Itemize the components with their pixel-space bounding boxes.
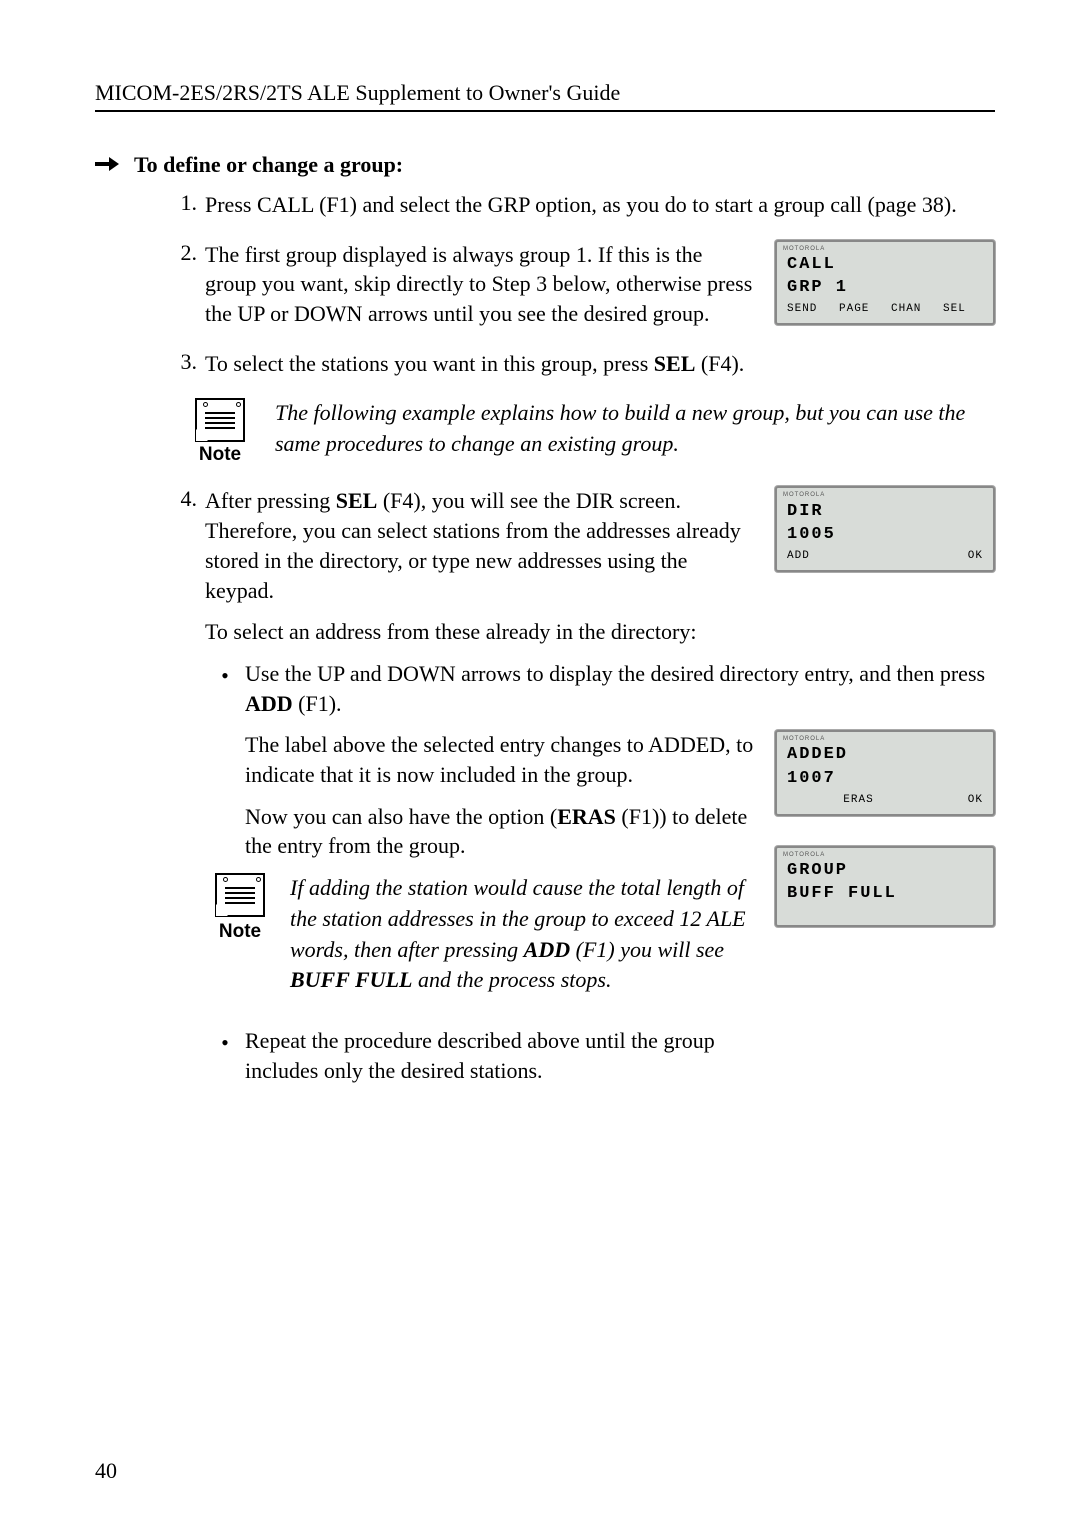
eras-keyword: ERAS [557, 804, 616, 829]
bullet-1: • Use the UP and DOWN arrows to display … [205, 659, 995, 1011]
bullet1-para2: The label above the selected entry chang… [245, 730, 755, 789]
sel-keyword: SEL [336, 488, 378, 513]
lcd-column: MOTOROLA ADDED 1007 ERAS OK [775, 730, 995, 927]
lcd-line2: BUFF FULL [779, 882, 991, 905]
lcd-screen-added: MOTOROLA ADDED 1007 ERAS OK [775, 730, 995, 815]
add-keyword: ADD [245, 691, 293, 716]
lcd-line2: 1007 [779, 767, 991, 790]
lcd-line1: CALL [779, 253, 991, 276]
step4-text: After pressing SEL (F4), you will see th… [205, 486, 755, 605]
lcd-screen-call: MOTOROLA CALL GRP 1 SEND PAGE CHAN SEL [775, 240, 995, 325]
note-block-1: Note The following example explains how … [185, 398, 995, 466]
b1-suffix: (F1). [293, 691, 342, 716]
bullet-2: • Repeat the procedure described above u… [205, 1026, 995, 1085]
lcd-brand: MOTOROLA [779, 850, 991, 859]
note-text: The following example explains how to bu… [275, 398, 995, 460]
softkey-chan: CHAN [891, 302, 931, 317]
note-icon [195, 398, 245, 442]
lcd-screen-dir: MOTOROLA DIR 1005 ADD OK [775, 486, 995, 571]
step3-suffix: (F4). [695, 351, 744, 376]
step-content: The first group displayed is always grou… [205, 240, 995, 329]
b1-prefix: Use the UP and DOWN arrows to display th… [245, 661, 985, 686]
bullet-icon: • [205, 1026, 245, 1085]
page-header: MICOM-2ES/2RS/2TS ALE Supplement to Owne… [95, 80, 995, 112]
header-title: MICOM-2ES/2RS/2TS ALE Supplement to Owne… [95, 80, 620, 105]
bullet1-para3: Now you can also have the option (ERAS (… [245, 802, 755, 861]
note-icon [215, 873, 265, 917]
step-1: 1. Press CALL (F1) and select the GRP op… [165, 190, 995, 220]
heading-text: To define or change a group: [134, 152, 403, 178]
step-4: 4. After pressing SEL (F4), you will see… [165, 486, 995, 1100]
arrow-right-icon [95, 152, 119, 178]
add-keyword: ADD [524, 937, 570, 962]
softkey-sel: SEL [943, 302, 983, 317]
page-number: 40 [95, 1458, 117, 1484]
note-icon-wrap: Note [185, 398, 255, 466]
step-number: 1. [165, 190, 197, 220]
softkey-eras: ERAS [817, 793, 900, 808]
bullet1-text-col: The label above the selected entry chang… [245, 730, 755, 1011]
note-icon-wrap: Note [205, 873, 275, 945]
step-content: After pressing SEL (F4), you will see th… [205, 486, 995, 1100]
lcd-softkeys: ADD OK [779, 546, 991, 568]
lcd-brand: MOTOROLA [779, 490, 991, 499]
step-number: 3. [165, 349, 197, 379]
step4-prefix: After pressing [205, 488, 336, 513]
step-text: The first group displayed is always grou… [205, 240, 755, 329]
note-label: Note [219, 919, 261, 945]
main-content: To define or change a group: 1. Press CA… [95, 152, 995, 1101]
step-number: 2. [165, 240, 197, 329]
steps-list-cont: 4. After pressing SEL (F4), you will see… [135, 486, 995, 1100]
step-3: 3. To select the stations you want in th… [165, 349, 995, 379]
softkey-ok: OK [885, 549, 983, 564]
bullet-list: • Use the UP and DOWN arrows to display … [205, 659, 995, 1086]
lcd-softkeys-empty [779, 905, 991, 923]
lcd-line2: 1005 [779, 523, 991, 546]
step4-intro: After pressing SEL (F4), you will see th… [205, 486, 995, 605]
lcd-line1: DIR [779, 500, 991, 523]
step-2: 2. The first group displayed is always g… [165, 240, 995, 329]
section-heading: To define or change a group: [95, 152, 995, 178]
n2-suffix: and the process stops. [412, 967, 611, 992]
step-number: 4. [165, 486, 197, 1100]
lcd-line1: GROUP [779, 859, 991, 882]
steps-list: 1. Press CALL (F1) and select the GRP op… [135, 190, 995, 378]
step-content: Press CALL (F1) and select the GRP optio… [205, 190, 995, 220]
step3-prefix: To select the stations you want in this … [205, 351, 654, 376]
lcd-line1: ADDED [779, 743, 991, 766]
lcd-softkeys: ERAS OK [779, 790, 991, 812]
bullet1-with-lcd: The label above the selected entry chang… [245, 730, 995, 1011]
lcd-screen-buff-full: MOTOROLA GROUP BUFF FULL [775, 846, 995, 928]
bullet1-para1: Use the UP and DOWN arrows to display th… [245, 659, 995, 718]
lcd-brand: MOTOROLA [779, 244, 991, 253]
lcd-brand: MOTOROLA [779, 734, 991, 743]
bullet2-content: Repeat the procedure described above unt… [245, 1026, 715, 1085]
n2-mid: (F1) you will see [570, 937, 724, 962]
sel-keyword: SEL [654, 351, 696, 376]
step4-sub1: To select an address from these already … [205, 617, 995, 647]
note-block-2: Note If adding the station would cause t… [205, 873, 755, 996]
step-content: To select the stations you want in this … [205, 349, 995, 379]
note-label: Note [199, 444, 241, 466]
buff-full-keyword: BUFF FULL [290, 967, 412, 992]
softkey-add: ADD [787, 549, 885, 564]
lcd-line2: GRP 1 [779, 276, 991, 299]
bullet-content: Use the UP and DOWN arrows to display th… [245, 659, 995, 1011]
note2-text: If adding the station would cause the to… [290, 873, 755, 996]
b1p3-prefix: Now you can also have the option ( [245, 804, 557, 829]
lcd-softkeys: SEND PAGE CHAN SEL [779, 299, 991, 321]
softkey-ok: OK [900, 793, 983, 808]
softkey-send: SEND [787, 302, 827, 317]
softkey-page: PAGE [839, 302, 879, 317]
